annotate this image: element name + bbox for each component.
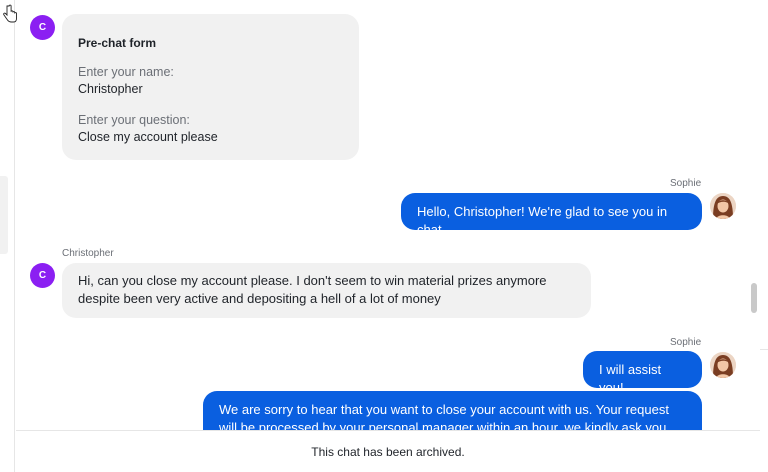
agent-message: We are sorry to hear that you want to cl… (203, 391, 702, 430)
message-sender: Sophie (670, 178, 702, 189)
agent-avatar (710, 193, 736, 219)
agent-message: Hello, Christopher! We're glad to see yo… (401, 193, 702, 237)
message-text: We are sorry to hear that you want to cl… (219, 402, 669, 430)
customer-message: Hi, can you close my account please. I d… (62, 263, 591, 318)
message-sender: Sophie (670, 337, 702, 348)
prechat-form-card: Pre-chat form Enter your name: Christoph… (62, 14, 359, 160)
prechat-form-title: Pre-chat form (78, 36, 157, 50)
agent-message: I will assist you! (583, 351, 702, 395)
avatar-initial: C (38, 22, 47, 33)
archived-status-text: This chat has been archived. (311, 444, 465, 459)
question-label: Enter your question: (78, 113, 190, 127)
message-sender: Christopher (62, 248, 114, 259)
chat-footer: This chat has been archived. (16, 430, 760, 472)
name-value: Christopher (78, 82, 143, 96)
customer-avatar: C (30, 263, 55, 288)
agent-avatar (710, 352, 736, 378)
divider (760, 349, 768, 350)
question-value: Close my account please (78, 130, 218, 144)
name-label: Enter your name: (78, 65, 174, 79)
chat-transcript[interactable]: C Pre-chat form Enter your name: Christo… (16, 0, 760, 430)
avatar-initial: C (38, 270, 47, 281)
left-rail (0, 0, 15, 472)
customer-avatar: C (30, 15, 55, 40)
message-text: Hello, Christopher! We're glad to see yo… (417, 204, 668, 237)
message-text: Hi, can you close my account please. I d… (78, 273, 547, 306)
scrollbar-thumb[interactable] (751, 283, 757, 313)
collapsed-panel-tab[interactable] (0, 176, 8, 254)
